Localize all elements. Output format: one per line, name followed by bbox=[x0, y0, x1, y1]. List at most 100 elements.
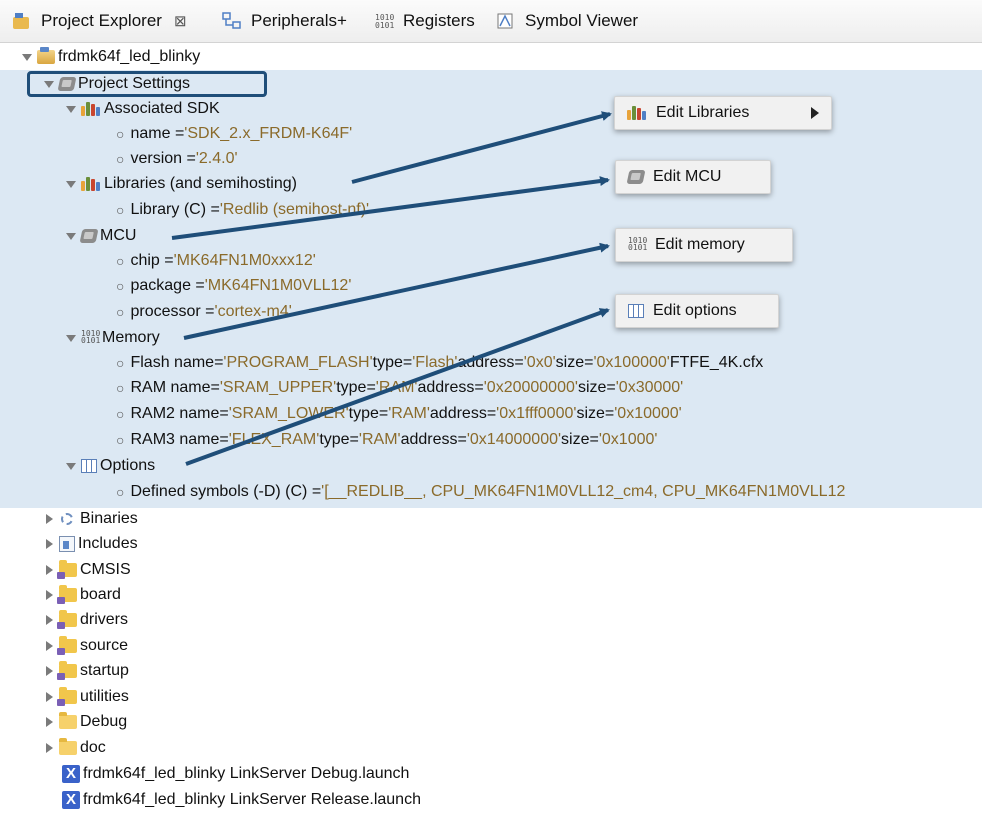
tree-item-libraries[interactable]: Libraries (and semihosting) bbox=[66, 172, 297, 196]
expand-toggle-icon[interactable] bbox=[66, 180, 76, 188]
includes-icon bbox=[59, 536, 75, 552]
property-key: Defined symbols (-D) (C) = bbox=[130, 483, 322, 500]
expand-toggle-icon[interactable] bbox=[22, 53, 32, 61]
tree-item-doc[interactable]: doc bbox=[44, 736, 106, 760]
edit-memory-menu-item[interactable]: 1010 0101 Edit memory bbox=[615, 228, 793, 262]
tree-item-sdk-version[interactable]: ○ version = '2.4.0' bbox=[116, 147, 238, 171]
view-tab-bar: Project Explorer ⊠ Peripherals+ 1010 0101… bbox=[0, 0, 982, 43]
expand-toggle-icon[interactable] bbox=[46, 743, 53, 753]
mem-value: '0x30000' bbox=[615, 379, 684, 396]
tree-item-library-c[interactable]: ○ Library (C) = 'Redlib (semihost-nf)' bbox=[116, 198, 369, 222]
tab-registers[interactable]: 1010 0101 Registers bbox=[374, 8, 475, 34]
tree-item-ram2[interactable]: ○ RAM2 name= 'SRAM_LOWER' type= 'RAM' addr… bbox=[116, 402, 682, 426]
mem-value: '0x0' bbox=[523, 354, 556, 371]
mem-key: address= bbox=[417, 379, 484, 396]
tree-item-source[interactable]: source bbox=[44, 634, 128, 658]
mem-key: RAM3 name= bbox=[130, 431, 229, 448]
property-key: chip = bbox=[130, 252, 174, 269]
tree-item-includes[interactable]: Includes bbox=[44, 532, 138, 556]
mem-value: 'PROGRAM_FLASH' bbox=[223, 354, 373, 371]
edit-options-menu-item[interactable]: Edit options bbox=[615, 294, 779, 328]
expand-toggle-icon[interactable] bbox=[46, 666, 53, 676]
tree-item-debug[interactable]: Debug bbox=[44, 710, 127, 734]
mem-key: Flash name= bbox=[130, 354, 224, 371]
tree-item-ram3[interactable]: ○ RAM3 name= 'FLEX_RAM' type= 'RAM' addres… bbox=[116, 428, 657, 452]
property-bullet-icon: ○ bbox=[116, 253, 125, 269]
tab-project-explorer[interactable]: Project Explorer ⊠ bbox=[12, 8, 187, 34]
folder-label: CMSIS bbox=[80, 561, 131, 578]
mem-key: address= bbox=[429, 405, 497, 422]
binaries-icon bbox=[59, 511, 77, 527]
folder-label: source bbox=[80, 637, 129, 654]
mem-value: '0x14000000' bbox=[466, 431, 562, 448]
tree-item-cmsis[interactable]: CMSIS bbox=[44, 558, 131, 582]
mcu-chip-icon bbox=[626, 170, 646, 184]
menu-item-label: Edit MCU bbox=[653, 168, 722, 185]
property-value: 'SDK_2.x_FRDM-K64F' bbox=[184, 125, 353, 142]
close-icon[interactable]: ⊠ bbox=[174, 12, 187, 30]
tree-item-launch-release[interactable]: frdmk64f_led_blinky LinkServer Release.l… bbox=[62, 788, 421, 812]
property-value: '2.4.0' bbox=[195, 150, 238, 167]
tree-item-associated-sdk[interactable]: Associated SDK bbox=[66, 97, 220, 121]
tree-item-utilities[interactable]: utilities bbox=[44, 685, 129, 709]
mcu-chip-icon bbox=[79, 229, 99, 243]
tree-item-flash[interactable]: ○ Flash name= 'PROGRAM_FLASH' type= 'Flash… bbox=[116, 351, 763, 375]
expand-toggle-icon[interactable] bbox=[46, 717, 53, 727]
library-books-icon bbox=[81, 177, 101, 191]
tree-item-sdk-name[interactable]: ○ name = 'SDK_2.x_FRDM-K64F' bbox=[116, 122, 352, 146]
launch-file-icon bbox=[62, 765, 80, 783]
edit-mcu-menu-item[interactable]: Edit MCU bbox=[615, 160, 771, 194]
expand-toggle-icon[interactable] bbox=[46, 615, 53, 625]
folder-icon bbox=[59, 712, 77, 729]
expand-toggle-icon[interactable] bbox=[66, 232, 76, 240]
expand-toggle-icon[interactable] bbox=[66, 462, 76, 470]
launch-file-label: frdmk64f_led_blinky LinkServer Release.l… bbox=[83, 791, 421, 808]
expand-toggle-icon[interactable] bbox=[46, 590, 53, 600]
source-folder-icon bbox=[57, 661, 77, 680]
tree-item-memory[interactable]: 1010 0101 Memory bbox=[66, 326, 160, 350]
tree-item-processor[interactable]: ○ processor = 'cortex-m4' bbox=[116, 300, 292, 324]
mem-key: type= bbox=[336, 379, 376, 396]
tree-item-board[interactable]: board bbox=[44, 583, 121, 607]
tree-item-defined-symbols[interactable]: ○ Defined symbols (-D) (C) = '[__REDLIB_… bbox=[116, 480, 845, 504]
project-icon bbox=[37, 47, 55, 64]
property-bullet-icon: ○ bbox=[116, 126, 125, 142]
tree-item-binaries[interactable]: Binaries bbox=[44, 507, 138, 531]
tab-symbol-viewer[interactable]: Symbol Viewer bbox=[496, 8, 638, 34]
property-key: version = bbox=[130, 150, 196, 167]
property-bullet-icon: ○ bbox=[116, 202, 125, 218]
property-bullet-icon: ○ bbox=[116, 380, 125, 396]
folder-icon bbox=[59, 738, 77, 755]
property-bullet-icon: ○ bbox=[116, 406, 125, 422]
options-table-icon bbox=[81, 459, 97, 473]
tree-item-project[interactable]: frdmk64f_led_blinky bbox=[22, 45, 200, 69]
tree-item-ram[interactable]: ○ RAM name= 'SRAM_UPPER' type= 'RAM' addre… bbox=[116, 376, 683, 400]
property-value: 'MK64FN1M0xxx12' bbox=[173, 252, 316, 269]
tree-item-mcu[interactable]: MCU bbox=[66, 224, 136, 248]
project-label: frdmk64f_led_blinky bbox=[58, 48, 201, 65]
property-key: package = bbox=[130, 277, 205, 294]
tree-item-package[interactable]: ○ package = 'MK64FN1M0VLL12' bbox=[116, 274, 351, 298]
expand-toggle-icon[interactable] bbox=[46, 565, 53, 575]
property-bullet-icon: ○ bbox=[116, 278, 125, 294]
tab-peripherals[interactable]: Peripherals+ bbox=[222, 8, 347, 34]
mem-key: FTFE_4K.cfx bbox=[669, 354, 764, 371]
expand-toggle-icon[interactable] bbox=[46, 539, 53, 549]
symbol-viewer-icon bbox=[496, 12, 516, 30]
folder-label: board bbox=[80, 586, 121, 603]
expand-toggle-icon[interactable] bbox=[66, 334, 76, 342]
mem-value: 'SRAM_LOWER' bbox=[228, 405, 349, 422]
registers-icon: 1010 0101 bbox=[374, 12, 394, 30]
expand-toggle-icon[interactable] bbox=[46, 692, 53, 702]
tree-item-options[interactable]: Options bbox=[66, 454, 155, 478]
edit-libraries-menu-item[interactable]: Edit Libraries bbox=[614, 96, 832, 130]
expand-toggle-icon[interactable] bbox=[46, 514, 53, 524]
property-bullet-icon: ○ bbox=[116, 432, 125, 448]
tree-item-startup[interactable]: startup bbox=[44, 659, 129, 683]
mem-value: '0x20000000' bbox=[483, 379, 578, 396]
expand-toggle-icon[interactable] bbox=[66, 105, 76, 113]
tree-item-chip[interactable]: ○ chip = 'MK64FN1M0xxx12' bbox=[116, 249, 316, 273]
expand-toggle-icon[interactable] bbox=[46, 641, 53, 651]
tree-item-drivers[interactable]: drivers bbox=[44, 608, 128, 632]
tree-item-launch-debug[interactable]: frdmk64f_led_blinky LinkServer Debug.lau… bbox=[62, 762, 409, 786]
